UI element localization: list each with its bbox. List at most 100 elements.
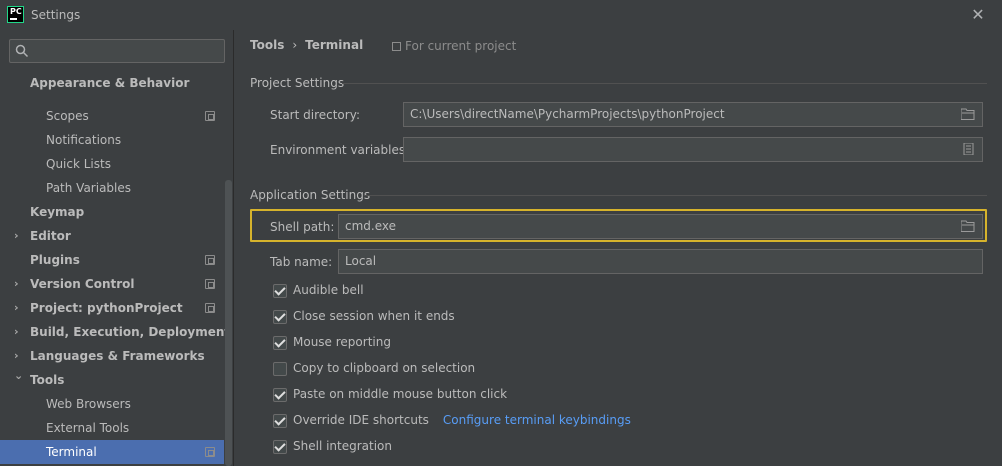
shell-path-label: Shell path:	[270, 220, 335, 234]
sidebar-item-label: Scopes	[46, 109, 89, 123]
sidebar-item-label: Version Control	[30, 277, 135, 291]
breadcrumb-current: Terminal	[305, 38, 364, 52]
sidebar-item-terminal[interactable]: Terminal	[0, 440, 224, 464]
checkbox[interactable]	[273, 414, 287, 428]
project-level-icon	[205, 111, 215, 121]
scope-label: For current project	[405, 39, 517, 53]
checkbox-text: Audible bell	[293, 283, 364, 297]
chevron-down-icon[interactable]: ⌄	[14, 364, 24, 388]
sidebar-item-scopes[interactable]: Scopes	[0, 104, 224, 128]
project-level-icon	[205, 279, 215, 289]
checkbox-label[interactable]: Override IDE shortcuts Configure terminal…	[293, 413, 631, 427]
folder-icon[interactable]	[961, 220, 975, 232]
tab-name-field[interactable]: Local	[338, 249, 983, 274]
settings-main-panel: Tools › Terminal For current project Proje…	[234, 30, 1002, 466]
start-directory-label: Start directory:	[270, 108, 360, 122]
sidebar-item-keymap[interactable]: Keymap	[0, 200, 224, 224]
tab-name-value: Local	[345, 254, 377, 268]
checkbox[interactable]	[273, 336, 287, 350]
sidebar-item-plugins[interactable]: Plugins	[0, 248, 224, 272]
checkbox[interactable]	[273, 388, 287, 402]
sidebar-item-editor[interactable]: › Editor	[0, 224, 224, 248]
sidebar-item-tools[interactable]: ⌄ Tools	[0, 368, 224, 392]
configure-keybindings-link[interactable]: Configure terminal keybindings	[443, 413, 631, 427]
sidebar-item-label: Web Browsers	[46, 397, 131, 411]
settings-sidebar: Scopes Notifications Quick Lists Path Varia…	[0, 30, 233, 466]
chevron-right-icon[interactable]: ›	[14, 272, 24, 296]
sidebar-scrollbar[interactable]	[225, 180, 232, 466]
sidebar-item-label: Keymap	[30, 205, 85, 219]
search-box[interactable]	[9, 39, 225, 63]
sidebar-item-label: Path Variables	[46, 181, 132, 195]
section-divider	[342, 83, 987, 84]
sidebar-item-label: Terminal	[46, 445, 97, 459]
breadcrumb: Tools › Terminal	[250, 38, 363, 54]
env-vars-field[interactable]	[403, 137, 983, 162]
sidebar-item-languages-frameworks[interactable]: › Languages & Frameworks	[0, 344, 224, 368]
sidebar-item-label: Tools	[30, 373, 65, 387]
breadcrumb-parent[interactable]: Tools	[250, 38, 284, 52]
settings-tree: Scopes Notifications Quick Lists Path Varia…	[0, 71, 233, 466]
sidebar-item-label: Project: pythonProject	[30, 301, 183, 315]
checkbox-label[interactable]: Copy to clipboard on selection	[293, 361, 475, 375]
tab-name-label: Tab name:	[270, 255, 333, 269]
checkbox[interactable]	[273, 284, 287, 298]
checkbox[interactable]	[273, 362, 287, 376]
shell-path-field[interactable]: cmd.exe	[338, 214, 983, 239]
checkbox-label[interactable]: Audible bell	[293, 283, 364, 297]
checkbox[interactable]	[273, 440, 287, 454]
checkbox[interactable]	[273, 310, 287, 324]
checkbox-label[interactable]: Close session when it ends	[293, 309, 455, 323]
section-divider	[364, 195, 987, 196]
checkbox-text: Copy to clipboard on selection	[293, 361, 476, 375]
sidebar-item-label: Build, Execution, Deployment	[30, 325, 231, 339]
project-level-icon	[205, 447, 215, 457]
checkbox-text: Paste on middle mouse button click	[293, 387, 508, 401]
browse-env-icon[interactable]	[961, 143, 975, 155]
sidebar-item-label: Notifications	[46, 133, 122, 147]
chevron-right-icon[interactable]: ›	[14, 320, 24, 344]
sticky-group-label: Appearance & Behavior	[30, 76, 190, 90]
checkbox-text: Close session when it ends	[293, 309, 455, 323]
sidebar-item-label: Quick Lists	[46, 157, 111, 171]
sidebar-item-external-tools[interactable]: External Tools	[0, 416, 224, 440]
start-directory-value: C:\Users\directName\PycharmProjects\pyth…	[410, 107, 725, 121]
folder-icon[interactable]	[961, 108, 975, 120]
project-level-icon	[205, 255, 215, 265]
sidebar-item-path-variables[interactable]: Path Variables	[0, 176, 224, 200]
sidebar-item-project-pythonproject[interactable]: › Project: pythonProject	[0, 296, 224, 320]
close-icon[interactable]: ✕	[968, 5, 988, 25]
sidebar-item-label: Languages & Frameworks	[30, 349, 205, 363]
sidebar-item-version-control[interactable]: › Version Control	[0, 272, 224, 296]
sidebar-item-label: Plugins	[30, 253, 80, 267]
checkbox-text: Mouse reporting	[293, 335, 391, 349]
pycharm-logo-icon: PC	[7, 6, 24, 23]
application-settings-title: Application Settings	[250, 188, 371, 202]
shell-path-value: cmd.exe	[345, 219, 397, 233]
sidebar-item-label: External Tools	[46, 421, 130, 435]
chevron-right-icon[interactable]: ›	[14, 296, 24, 320]
checkbox-label[interactable]: Mouse reporting	[293, 335, 391, 349]
sidebar-item-build-execution-deployment[interactable]: › Build, Execution, Deployment	[0, 320, 230, 344]
sidebar-item-notifications[interactable]: Notifications	[0, 128, 224, 152]
project-level-icon	[205, 303, 215, 313]
search-icon	[15, 44, 29, 58]
checkbox-label[interactable]: Paste on middle mouse button click	[293, 387, 507, 401]
project-scope-icon	[392, 42, 401, 51]
chevron-right-icon[interactable]: ›	[14, 224, 24, 248]
search-input[interactable]	[34, 42, 219, 60]
title-bar: PC Settings ✕	[0, 0, 1002, 30]
start-directory-field[interactable]: C:\Users\directName\PycharmProjects\pyth…	[403, 102, 983, 127]
sidebar-item-web-browsers[interactable]: Web Browsers	[0, 392, 224, 416]
sticky-group-header[interactable]: Appearance & Behavior	[0, 71, 224, 93]
env-vars-label: Environment variables:	[270, 143, 410, 157]
sidebar-item-quick-lists[interactable]: Quick Lists	[0, 152, 224, 176]
sidebar-item-label: Editor	[30, 229, 71, 243]
breadcrumb-separator: ›	[292, 38, 298, 52]
project-settings-title: Project Settings	[250, 76, 345, 90]
checkbox-text: Shell integration	[293, 439, 393, 453]
app-logo-text: PC	[10, 7, 22, 16]
window-title: Settings	[31, 8, 81, 22]
checkbox-label[interactable]: Shell integration	[293, 439, 392, 453]
scope-indicator: For current project	[392, 39, 516, 53]
